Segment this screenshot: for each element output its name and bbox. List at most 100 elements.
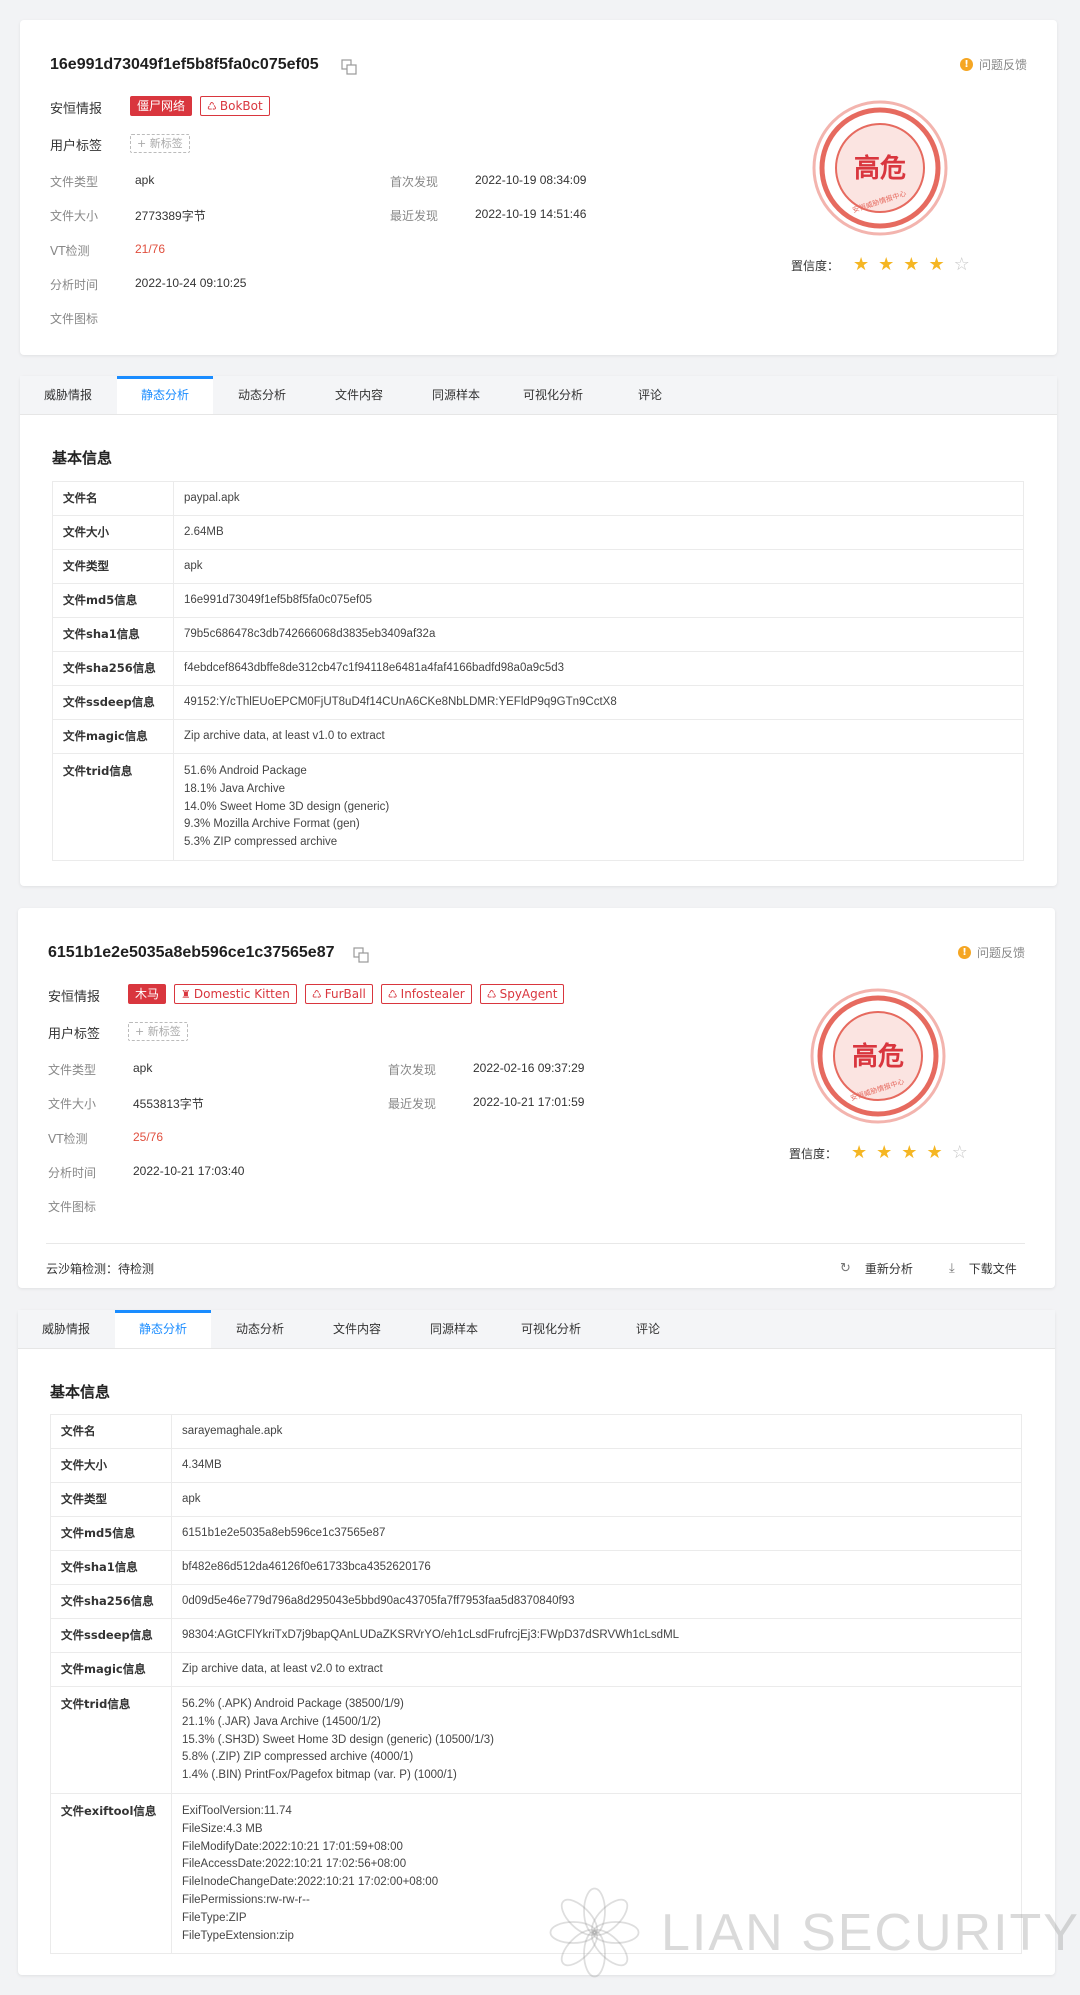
value-line: sarayemaghale.apk: [182, 1425, 283, 1437]
basic-info-title: 基本信息: [52, 449, 113, 467]
tab-homologous-samples[interactable]: 同源样本: [406, 1310, 502, 1348]
star-icon: ★: [926, 1142, 943, 1163]
tag-furball[interactable]: ♺ FurBall: [304, 984, 373, 1004]
value-line: 56.2% (.APK) Android Package (38500/1/9): [182, 1698, 404, 1710]
table-row: 文件名 sarayemaghale.apk: [50, 1414, 1022, 1449]
tab-file-content[interactable]: 文件内容: [311, 376, 407, 414]
row-value: f4ebdcef8643dbffe8de312cb47c1f94118e6481…: [173, 651, 1024, 686]
bug-icon: ♺: [207, 100, 217, 113]
row-key: 文件md5信息: [52, 583, 174, 618]
tag-bokbot[interactable]: ♺ BokBot: [200, 96, 270, 116]
intel-label: 安恒情报: [48, 990, 101, 1005]
value-line: 5.3% ZIP compressed archive: [184, 836, 338, 849]
table-row: 文件ssdeep信息 49152:Y/cThlEUoEPCM0FjUT8uD4f1…: [52, 685, 1024, 720]
row-value: 56.2% (.APK) Android Package (38500/1/9)…: [171, 1686, 1022, 1794]
file-size-label: 文件大小: [48, 1097, 97, 1111]
value-line: paypal.apk: [184, 492, 240, 504]
value-line: ExifToolVersion:11.74: [182, 1804, 292, 1817]
star-icon: ★: [901, 1142, 918, 1163]
download-button[interactable]: ⤓ 下载文件: [949, 1260, 1017, 1277]
reanalyze-button[interactable]: ↻ 重新分析: [840, 1260, 913, 1277]
tag-domestic-kitten[interactable]: ♜ Domestic Kitten: [174, 984, 297, 1004]
star-empty-icon: ☆: [953, 254, 970, 275]
watermark-text: LIAN SECURITY: [661, 1903, 1080, 1962]
table-row: 文件md5信息 6151b1e2e5035a8eb596ce1c37565e87: [50, 1516, 1022, 1551]
copy-icon[interactable]: [340, 58, 358, 76]
usertags-label: 用户标签: [48, 1027, 101, 1042]
last-seen-value: 2022-10-19 14:51:46: [475, 207, 587, 221]
tab-static-analysis[interactable]: 静态分析: [115, 1310, 211, 1348]
row-value: sarayemaghale.apk: [171, 1414, 1022, 1449]
row-value: apk: [171, 1482, 1022, 1517]
tab-dynamic-analysis[interactable]: 动态分析: [214, 376, 310, 414]
value-line: 14.0% Sweet Home 3D design (generic): [184, 800, 390, 813]
new-tag-button[interactable]: + 新标签: [130, 134, 190, 153]
first-seen-label: 首次发现: [390, 175, 439, 189]
row-value: 4.34MB: [171, 1448, 1022, 1483]
row-key: 文件sha256信息: [52, 651, 174, 686]
table-row: 文件大小 2.64MB: [52, 515, 1024, 550]
tag-infostealer[interactable]: ♺ Infostealer: [380, 984, 472, 1004]
row-key: 文件大小: [52, 515, 174, 550]
table-row: 文件类型 apk: [52, 549, 1024, 584]
feedback-link[interactable]: ! 问题反馈: [959, 56, 1027, 73]
value-line: bf482e86d512da46126f0e61733bca4352620176: [182, 1561, 431, 1573]
tag-spyagent[interactable]: ♺ SpyAgent: [479, 984, 565, 1004]
basic-info-title: 基本信息: [50, 1383, 111, 1401]
table-row: 文件trid信息 56.2% (.APK) Android Package (38…: [50, 1686, 1022, 1794]
confidence-rating: 置信度： ★ ★ ★ ★ ☆: [791, 256, 979, 274]
table-row: 文件magic信息 Zip archive data, at least v1.0…: [52, 719, 1024, 754]
bug-icon: ♺: [486, 988, 497, 1001]
row-value: paypal.apk: [173, 481, 1024, 516]
sample1-hash-title: 16e991d73049f1ef5b8f5fa0c075ef05: [50, 56, 319, 73]
warning-icon: !: [957, 946, 971, 959]
confidence-label: 置信度：: [791, 258, 840, 273]
row-key: 文件magic信息: [52, 719, 174, 754]
value-line: 5.8% (.ZIP) ZIP compressed archive (4000…: [182, 1751, 414, 1764]
warning-icon: !: [959, 58, 973, 71]
tag-trojan[interactable]: 木马: [128, 984, 167, 1004]
table-row: 文件sha256信息 0d09d5e46e779d796a8d295043e5bb…: [50, 1584, 1022, 1619]
star-icon: ★: [903, 254, 920, 275]
tab-threat-intel[interactable]: 威胁情报: [20, 376, 116, 414]
bug-icon: ♺: [311, 988, 322, 1001]
tab-visual-analysis[interactable]: 可视化分析: [505, 376, 601, 414]
tab-file-content[interactable]: 文件内容: [309, 1310, 405, 1348]
value-line: FileModifyDate:2022:10:21 17:01:59+08:00: [182, 1840, 403, 1853]
value-line: 16e991d73049f1ef5b8f5fa0c075ef05: [184, 594, 373, 606]
file-size-value: 4553813字节: [133, 1097, 204, 1111]
file-type-label: 文件类型: [50, 175, 99, 189]
vt-label: VT检测: [50, 244, 90, 258]
tab-dynamic-analysis[interactable]: 动态分析: [212, 1310, 308, 1348]
value-line: 21.1% (.JAR) Java Archive (14500/1/2): [182, 1715, 381, 1728]
value-line: f4ebdcef8643dbffe8de312cb47c1f94118e6481…: [184, 662, 565, 674]
row-value: 2.64MB: [173, 515, 1024, 550]
row-key: 文件ssdeep信息: [50, 1618, 172, 1653]
tag-botnet[interactable]: 僵尸网络: [130, 96, 193, 116]
tab-comments[interactable]: 评论: [600, 1310, 696, 1348]
row-value: 0d09d5e46e779d796a8d295043e5bbd90ac43705…: [171, 1584, 1022, 1619]
vt-value[interactable]: 25/76: [133, 1130, 163, 1144]
tab-comments[interactable]: 评论: [602, 376, 698, 414]
feedback-link[interactable]: ! 问题反馈: [957, 944, 1025, 961]
row-key: 文件sha1信息: [50, 1550, 172, 1585]
value-line: 98304:AGtCFlYkriTxD7j9bapQAnLUDaZKSRVrYO…: [182, 1629, 680, 1641]
tab-homologous-samples[interactable]: 同源样本: [408, 376, 504, 414]
star-icon: ★: [876, 1142, 893, 1163]
tab-visual-analysis[interactable]: 可视化分析: [503, 1310, 599, 1348]
sample1-tabbar: 威胁情报 静态分析 动态分析 文件内容 同源样本 可视化分析 评论: [20, 376, 1057, 415]
table-row: 文件类型 apk: [50, 1482, 1022, 1517]
flower-logo-icon: [549, 1887, 640, 1978]
star-icon: ★: [878, 254, 895, 275]
tab-static-analysis[interactable]: 静态分析: [117, 376, 213, 414]
sandbox-status: 云沙箱检测：待检测: [46, 1262, 155, 1276]
copy-icon[interactable]: [352, 946, 370, 964]
value-line: Zip archive data, at least v2.0 to extra…: [182, 1663, 383, 1675]
tab-threat-intel[interactable]: 威胁情报: [18, 1310, 114, 1348]
vt-value[interactable]: 21/76: [135, 242, 165, 256]
row-key: 文件trid信息: [50, 1686, 172, 1794]
new-tag-button[interactable]: + 新标签: [128, 1022, 188, 1041]
analysis-time-value: 2022-10-24 09:10:25: [135, 276, 247, 290]
file-size-value: 2773389字节: [135, 209, 206, 223]
download-icon: ⤓: [949, 1261, 955, 1276]
